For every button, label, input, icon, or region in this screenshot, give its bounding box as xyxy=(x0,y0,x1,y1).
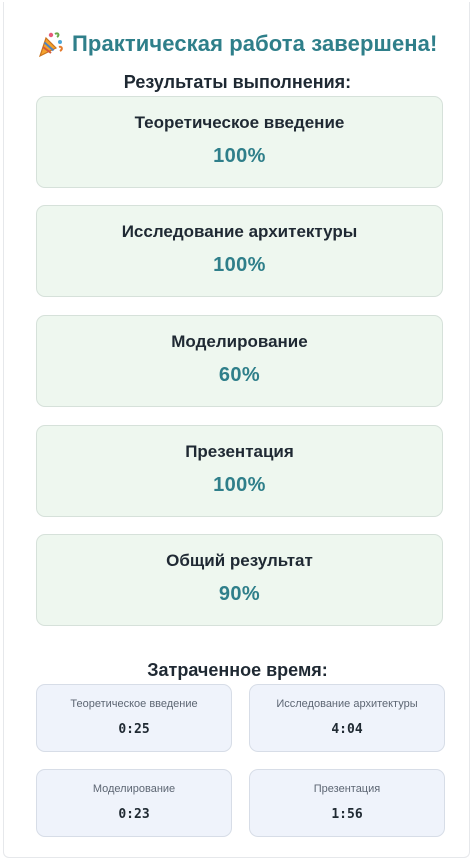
result-value: 90% xyxy=(218,583,261,605)
time-value: 0:23 xyxy=(118,807,150,822)
page-title-text: Практическая работа завершена! xyxy=(72,30,438,56)
time-spent-section-title: Затраченное время: xyxy=(147,660,328,680)
result-card-theory: Теоретическое введение 100% xyxy=(36,96,443,188)
time-label: Исследование архитектуры xyxy=(276,698,418,710)
time-label: Теоретическое введение xyxy=(70,698,198,710)
time-label: Моделирование xyxy=(92,783,176,795)
result-value: 100% xyxy=(213,254,266,276)
time-card-presentation: Презентация 1:56 xyxy=(249,769,445,837)
result-card-modeling: Моделирование 60% xyxy=(36,315,443,407)
time-value: 0:25 xyxy=(118,722,150,737)
result-value: 100% xyxy=(213,474,266,496)
time-card-architecture: Исследование архитектуры 4:04 xyxy=(249,684,445,752)
results-section-title: Результаты выполнения: xyxy=(123,72,352,92)
result-label: Исследование архитектуры xyxy=(121,222,358,241)
result-card-presentation: Презентация 100% xyxy=(36,425,443,517)
result-label: Теоретическое введение xyxy=(134,113,345,132)
result-label: Общий результат xyxy=(166,551,313,570)
result-card-architecture: Исследование архитектуры 100% xyxy=(36,205,443,297)
time-card-theory: Теоретическое введение 0:25 xyxy=(36,684,232,752)
result-value: 60% xyxy=(218,364,261,386)
result-card-overall: Общий результат 90% xyxy=(36,534,443,626)
time-value: 1:56 xyxy=(331,807,363,822)
result-label: Презентация xyxy=(185,442,294,461)
time-label: Презентация xyxy=(313,783,381,795)
result-label: Моделирование xyxy=(171,332,308,351)
page-title: Практическая работа завершена! xyxy=(36,30,456,58)
time-value: 4:04 xyxy=(331,722,363,737)
result-value: 100% xyxy=(213,145,266,167)
party-popper-icon xyxy=(38,32,63,57)
time-card-modeling: Моделирование 0:23 xyxy=(36,769,232,837)
